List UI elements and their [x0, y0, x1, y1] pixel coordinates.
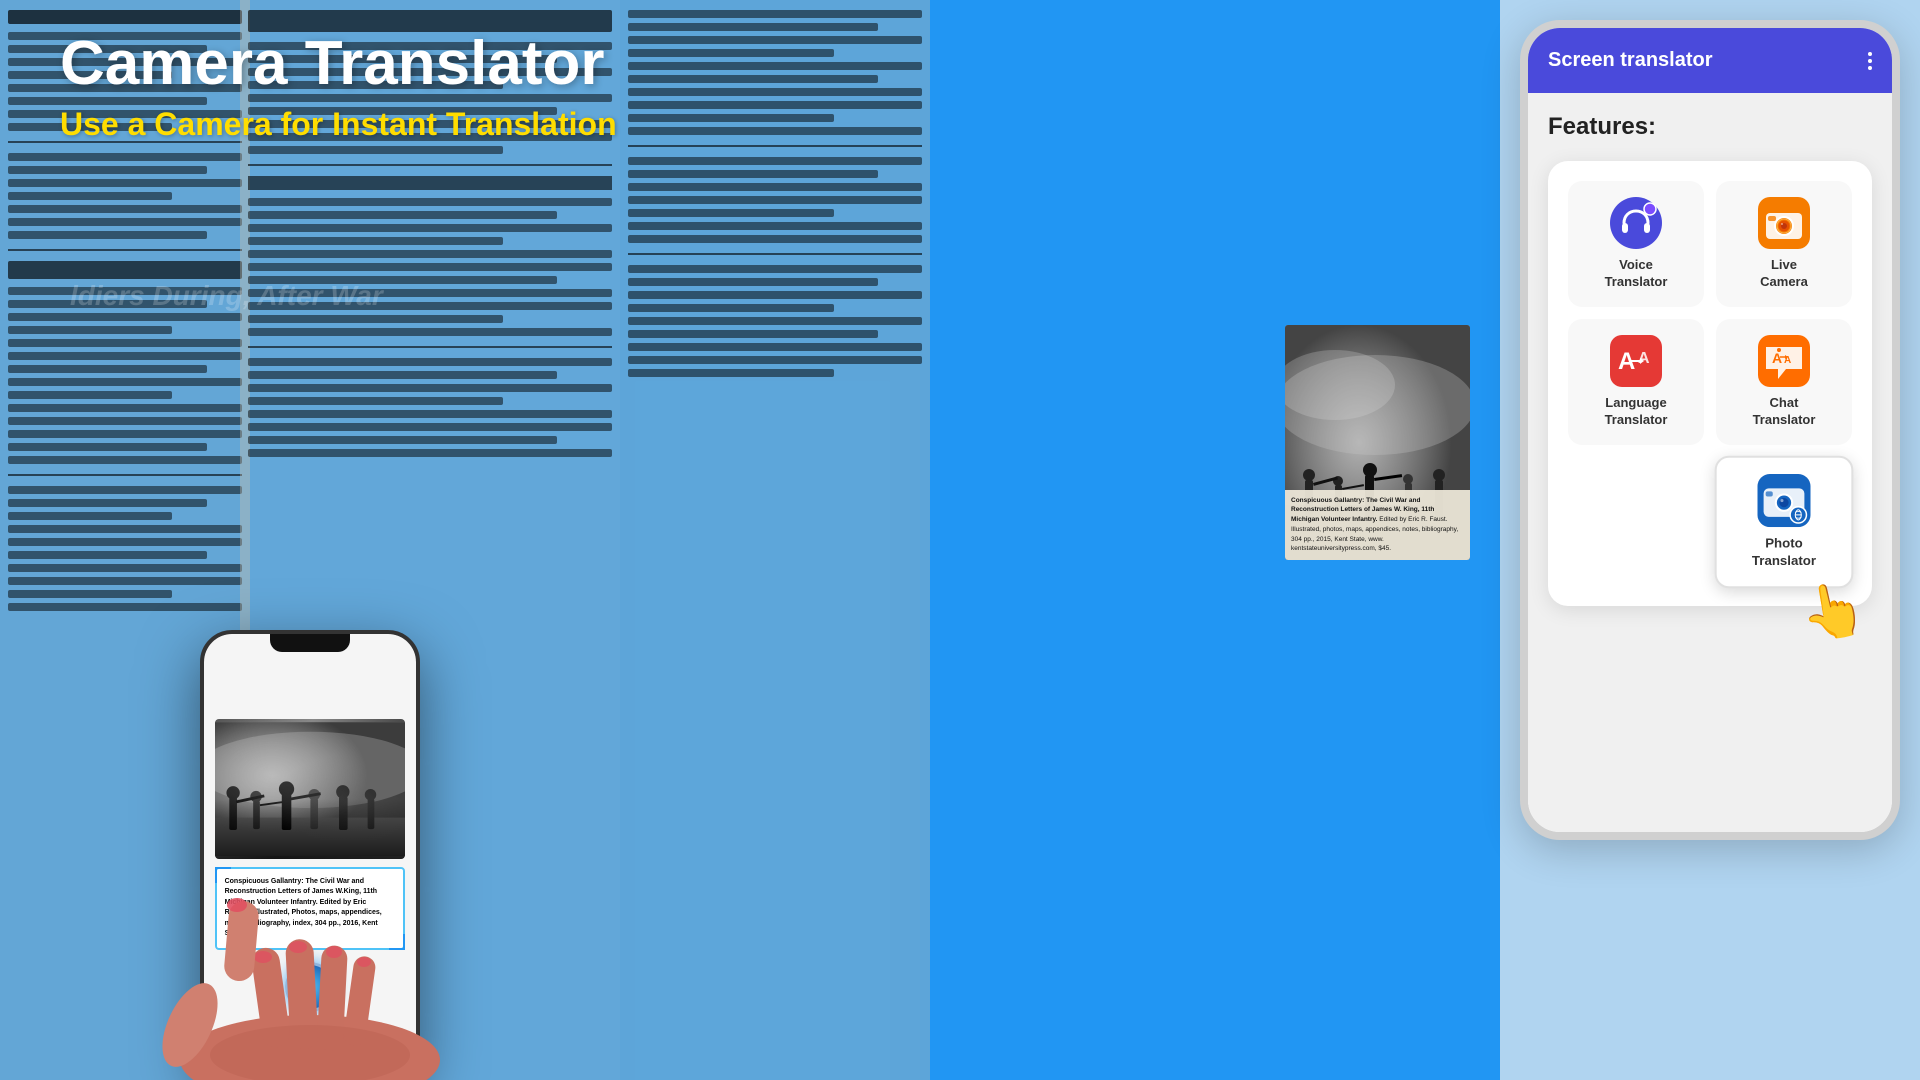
feature-photo-translator[interactable]: PhotoTranslator 👆: [1715, 455, 1854, 587]
live-camera-icon: [1758, 197, 1810, 249]
features-title: Features:: [1548, 113, 1872, 141]
phone-book-text: Conspicuous Gallantry: The Civil War and…: [215, 867, 406, 950]
feature-live-camera[interactable]: LiveCamera: [1716, 181, 1852, 307]
svg-text:A: A: [1638, 350, 1650, 367]
cursor-hand-icon: 👆: [1796, 574, 1872, 647]
language-translator-label: LanguageTranslator: [1605, 395, 1668, 429]
hero-text-block: Camera Translator Use a Camera for Insta…: [60, 30, 617, 143]
app-content: Features:: [1528, 93, 1892, 840]
features-grid: VoiceTranslator: [1568, 181, 1852, 586]
right-panel: Screen translator Features:: [1500, 0, 1920, 1080]
app-header-title: Screen translator: [1548, 49, 1713, 72]
voice-translator-icon: [1610, 197, 1662, 249]
language-translator-icon-wrapper: A A: [1610, 335, 1662, 387]
feature-language-translator[interactable]: A A LanguageTranslator: [1568, 319, 1704, 445]
newspaper-bg-right: [620, 0, 930, 1080]
war-image-caption: Conspicuous Gallantry: The Civil War and…: [1285, 490, 1470, 561]
phone-screen: Conspicuous Gallantry: The Civil War and…: [204, 634, 416, 1076]
photo-translator-icon: [1757, 474, 1810, 527]
phone-mockup-container: Conspicuous Gallantry: The Civil War and…: [200, 630, 420, 1080]
photo-translator-label: PhotoTranslator: [1752, 535, 1816, 569]
voice-translator-icon-wrapper: [1610, 197, 1662, 249]
features-card: VoiceTranslator: [1548, 161, 1872, 606]
background-section-text: ldiers During, After War: [70, 280, 383, 312]
dot-3: [1868, 66, 1872, 70]
war-image-background: Conspicuous Gallantry: The Civil War and…: [1285, 325, 1470, 560]
chat-translator-label: ChatTranslator: [1753, 395, 1816, 429]
svg-text:A: A: [1772, 350, 1782, 366]
left-panel: Conspicuous Gallantry: The Civil War and…: [0, 0, 1500, 1080]
hero-title: Camera Translator: [60, 30, 617, 98]
dot-1: [1868, 52, 1872, 56]
live-camera-icon-wrapper: [1758, 197, 1810, 249]
chat-translator-icon: A A: [1758, 335, 1810, 387]
feature-voice-translator[interactable]: VoiceTranslator: [1568, 181, 1704, 307]
language-translator-icon: A A: [1610, 335, 1662, 387]
grid-spacer: [1568, 457, 1704, 587]
phone-notch: [270, 634, 350, 652]
live-camera-label: LiveCamera: [1760, 257, 1808, 291]
chat-translator-icon-wrapper: A A: [1758, 335, 1810, 387]
voice-translator-label: VoiceTranslator: [1605, 257, 1668, 291]
hero-subtitle: Use a Camera for Instant Translation: [60, 106, 617, 143]
dot-2: [1868, 59, 1872, 63]
three-dots-menu[interactable]: [1868, 52, 1872, 70]
phone-war-image: [215, 719, 406, 859]
phone-scan-button[interactable]: [285, 962, 335, 1012]
app-phone-frame: Screen translator Features:: [1520, 20, 1900, 840]
app-header: Screen translator: [1528, 28, 1892, 93]
photo-translator-icon-wrapper: [1757, 474, 1810, 527]
phone-mockup: Conspicuous Gallantry: The Civil War and…: [200, 630, 420, 1080]
feature-chat-translator[interactable]: A A ChatTranslator: [1716, 319, 1852, 445]
